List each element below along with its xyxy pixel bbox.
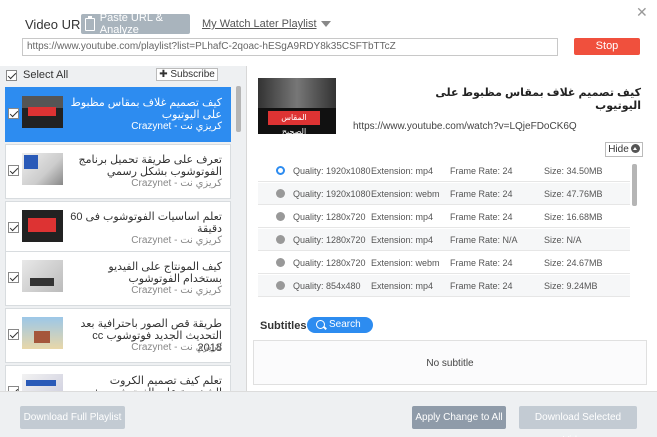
item-checkbox[interactable] — [8, 222, 19, 233]
extension-value: Extension: mp4 — [371, 166, 434, 176]
quality-value: Quality: 1920x1080 — [293, 189, 371, 199]
subtitles-label: Subtitles — [260, 320, 307, 332]
playlist-scrollbar[interactable] — [236, 86, 241, 132]
radio-icon[interactable] — [276, 281, 285, 290]
select-all-checkbox[interactable]: Select All — [6, 69, 68, 81]
quality-option[interactable]: Quality: 1280x720 Extension: mp4 Frame R… — [258, 206, 630, 228]
size-value: Size: 34.50MB — [544, 166, 603, 176]
item-title: تعلم اساسيات الفوتوشوب فى 60 دقيقة — [70, 211, 222, 235]
video-thumbnail — [22, 153, 63, 185]
extension-value: Extension: webm — [371, 258, 440, 268]
hide-label: Hide — [608, 144, 629, 155]
quality-value: Quality: 1280x720 — [293, 212, 366, 222]
radio-icon[interactable] — [276, 258, 285, 267]
size-value: Size: 16.68MB — [544, 212, 603, 222]
frame-rate-value: Frame Rate: 24 — [450, 166, 513, 176]
video-thumbnail — [22, 96, 63, 128]
playlist-item[interactable]: كيف المونتاج على الفيديو بستخدام الفوتوش… — [5, 251, 231, 306]
quality-option[interactable]: Quality: 1920x1080 Extension: webm Frame… — [258, 183, 630, 205]
quality-list: Quality: 1920x1080 Extension: mp4 Frame … — [258, 160, 630, 298]
paste-url-analyze-button[interactable]: Paste URL & Analyze — [81, 12, 190, 36]
frame-rate-value: Frame Rate: 24 — [450, 258, 513, 268]
radio-icon[interactable] — [276, 235, 285, 244]
top-bar: Video URL: Paste URL & Analyze My Watch … — [0, 0, 657, 62]
item-checkbox[interactable] — [8, 108, 19, 119]
playlist-item[interactable]: كيف تصميم غلاف بمقاس مظبوط على اليوتيوب … — [5, 87, 231, 142]
no-subtitle-text: No subtitle — [426, 358, 474, 369]
extension-value: Extension: mp4 — [371, 235, 434, 245]
checkbox-icon[interactable] — [6, 69, 17, 81]
quality-value: Quality: 1280x720 — [293, 258, 366, 268]
chevron-up-icon — [630, 144, 640, 153]
apply-change-to-all-button[interactable]: Apply Change to All — [412, 406, 506, 429]
search-label: Search — [329, 319, 361, 330]
quality-value: Quality: 854x480 — [293, 281, 361, 291]
download-selected-videos-button[interactable]: Download Selected Videos — [519, 406, 637, 437]
subtitle-search-button[interactable]: Search — [307, 317, 373, 333]
frame-rate-value: Frame Rate: 24 — [450, 189, 513, 199]
size-value: Size: 24.67MB — [544, 258, 603, 268]
paste-button-label: Paste URL & Analyze — [99, 12, 163, 36]
item-checkbox[interactable] — [8, 165, 19, 176]
frame-rate-value: Frame Rate: 24 — [450, 281, 513, 291]
quality-value: Quality: 1920x1080 — [293, 166, 371, 176]
quality-scrollbar[interactable] — [632, 164, 637, 206]
stop-button[interactable]: Stop — [574, 38, 640, 55]
watch-later-label: My Watch Later Playlist — [202, 18, 317, 30]
quality-value: Quality: 1280x720 — [293, 235, 366, 245]
extension-value: Extension: mp4 — [371, 212, 434, 222]
extension-value: Extension: mp4 — [371, 281, 434, 291]
item-checkbox[interactable] — [8, 329, 19, 340]
video-thumbnail — [22, 260, 63, 292]
playlist-item[interactable]: طريقة قص الصور باحترافية بعد التحديث الج… — [5, 308, 231, 363]
quality-option[interactable]: Quality: 1280x720 Extension: mp4 Frame R… — [258, 229, 630, 251]
item-channel: كريزي نت - Crazynet — [131, 285, 222, 296]
subtitle-list: No subtitle — [253, 340, 647, 385]
item-title: كيف تصميم غلاف بمقاس مظبوط على اليوتيوب — [70, 97, 222, 121]
quality-option[interactable]: Quality: 1280x720 Extension: webm Frame … — [258, 252, 630, 274]
item-title: تعرف على طريقة تحميل برنامج الفوتوشوب بش… — [78, 154, 223, 178]
item-channel: كريزي نت - Crazynet — [131, 178, 222, 189]
playlist-panel: Select All ✚ Subscribe كيف تصميم غلاف بم… — [0, 66, 247, 391]
frame-rate-value: Frame Rate: N/A — [450, 235, 518, 245]
item-channel: كريزي نت - Crazynet — [131, 342, 222, 353]
select-all-label: Select All — [23, 69, 69, 81]
playlist-item[interactable]: تعرف على طريقة تحميل برنامج الفوتوشوب بش… — [5, 144, 231, 199]
video-thumbnail — [22, 374, 63, 391]
chevron-down-icon[interactable] — [320, 21, 331, 28]
hide-button[interactable]: Hide — [605, 142, 643, 157]
item-title: كيف المونتاج على الفيديو بستخدام الفوتوش… — [108, 261, 222, 285]
thumbnail-caption: المقاس الصحيح — [268, 111, 320, 134]
close-icon[interactable]: ✕ — [636, 4, 648, 21]
download-full-playlist-button[interactable]: Download Full Playlist — [20, 406, 125, 429]
clipboard-icon — [85, 15, 95, 31]
video-preview-thumbnail: المقاس الصحيح — [258, 78, 336, 134]
video-url: https://www.youtube.com/watch?v=LQjeFDoC… — [353, 121, 577, 132]
radio-icon[interactable] — [276, 189, 285, 198]
radio-selected-icon[interactable] — [276, 166, 285, 175]
video-detail-panel: المقاس الصحيح كيف تصميم غلاف بمقاس مظبوط… — [248, 66, 657, 391]
video-title: كيف تصميم غلاف بمقاس مظبوط على اليوتيوب — [435, 87, 641, 112]
quality-option[interactable]: Quality: 1920x1080 Extension: mp4 Frame … — [258, 160, 630, 182]
video-thumbnail — [22, 210, 63, 242]
quality-option[interactable]: Quality: 854x480 Extension: mp4 Frame Ra… — [258, 275, 630, 297]
extension-value: Extension: webm — [371, 189, 440, 199]
size-value: Size: 9.24MB — [544, 281, 598, 291]
playlist-item[interactable]: تعلم اساسيات الفوتوشوب فى 60 دقيقة كريزي… — [5, 201, 231, 256]
watch-later-playlist-link[interactable]: My Watch Later Playlist — [202, 18, 331, 30]
item-checkbox[interactable] — [8, 272, 19, 283]
frame-rate-value: Frame Rate: 24 — [450, 212, 513, 222]
video-url-input[interactable]: https://www.youtube.com/playlist?list=PL… — [22, 38, 558, 56]
search-icon — [316, 320, 325, 329]
size-value: Size: N/A — [544, 235, 582, 245]
item-title: تعلم كيف تصميم الكروت الشخصية على الفوتو… — [93, 375, 222, 391]
radio-icon[interactable] — [276, 212, 285, 221]
subscribe-button[interactable]: ✚ Subscribe — [156, 68, 218, 81]
item-channel: كريزي نت - Crazynet — [131, 121, 222, 132]
bottom-bar: Download Full Playlist Apply Change to A… — [0, 391, 657, 437]
item-channel: كريزي نت - Crazynet — [131, 235, 222, 246]
video-thumbnail — [22, 317, 63, 349]
playlist-item[interactable]: تعلم كيف تصميم الكروت الشخصية على الفوتو… — [5, 365, 231, 391]
size-value: Size: 47.76MB — [544, 189, 603, 199]
